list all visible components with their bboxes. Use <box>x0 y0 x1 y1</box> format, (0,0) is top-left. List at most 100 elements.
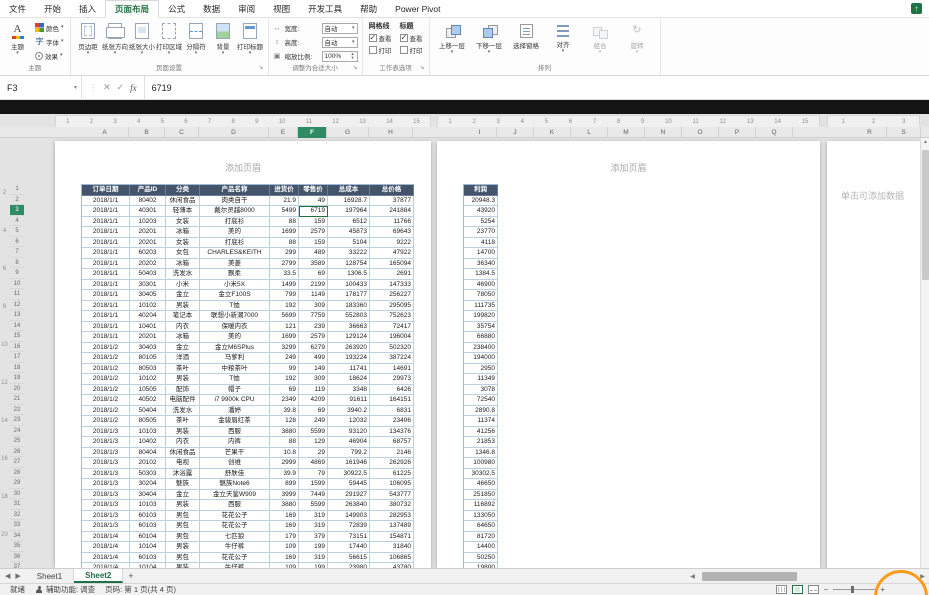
cell[interactable]: 6831 <box>370 405 414 416</box>
row-header-15[interactable]: 15 <box>10 331 24 342</box>
cell[interactable]: 2018/1/1 <box>82 311 130 322</box>
cell[interactable]: 111735 <box>464 300 498 311</box>
cell[interactable]: 2018/1/3 <box>82 479 130 490</box>
page-layout-view-icon[interactable] <box>791 585 803 594</box>
cell[interactable]: 50303 <box>130 468 166 479</box>
cell[interactable]: 80105 <box>130 353 166 364</box>
cell[interactable]: 134376 <box>370 426 414 437</box>
cell[interactable]: 2018/1/2 <box>82 363 130 374</box>
cell[interactable]: 129 <box>299 437 328 448</box>
cell[interactable]: 创维 <box>200 458 270 469</box>
cell[interactable]: 2018/1/1 <box>82 237 130 248</box>
cell[interactable]: 2018/1/3 <box>82 500 130 511</box>
cell[interactable]: 9222 <box>370 237 414 248</box>
cell[interactable]: 2890.8 <box>464 405 498 416</box>
cell[interactable]: 249 <box>299 416 328 427</box>
cell[interactable]: 金立M6SPlus <box>200 342 270 353</box>
cell[interactable]: 129124 <box>328 332 370 343</box>
cell[interactable]: 29973 <box>370 374 414 385</box>
cell[interactable]: 2018/1/1 <box>82 321 130 332</box>
cell[interactable]: 2018/1/2 <box>82 374 130 385</box>
cell[interactable]: 3299 <box>270 342 299 353</box>
cell[interactable]: 752623 <box>370 311 414 322</box>
cell[interactable]: 肉类自干 <box>200 195 270 206</box>
cell[interactable]: 30404 <box>130 489 166 500</box>
cell[interactable]: 60103 <box>130 510 166 521</box>
column-header-B[interactable]: B <box>129 127 165 138</box>
cell[interactable]: 39.9 <box>270 468 299 479</box>
resize-handle-icon[interactable]: ⋮ <box>89 83 97 92</box>
cell[interactable]: 2018/1/1 <box>82 300 130 311</box>
cell[interactable]: 女装 <box>166 237 200 248</box>
cell[interactable]: 沐浴露 <box>166 468 200 479</box>
sheet-nav-left-icon[interactable]: ◀ <box>5 572 10 580</box>
cell[interactable]: 199820 <box>464 311 498 322</box>
cell[interactable]: 10.8 <box>270 447 299 458</box>
cell[interactable]: 121 <box>270 321 299 332</box>
cell[interactable]: 552803 <box>328 311 370 322</box>
cell[interactable]: 2018/1/2 <box>82 405 130 416</box>
cell[interactable]: 799.2 <box>328 447 370 458</box>
cell[interactable]: 魅族 <box>166 479 200 490</box>
cell[interactable]: 马爹利 <box>200 353 270 364</box>
cell[interactable]: 金立 <box>166 290 200 301</box>
cell[interactable]: 2579 <box>299 227 328 238</box>
ribbon-button-颜色[interactable]: 颜色 ▾ <box>33 21 66 34</box>
cell[interactable]: 1346.8 <box>464 447 498 458</box>
ribbon-button-旋转[interactable]: ↻ 旋转 ▾ <box>619 20 656 55</box>
cell[interactable]: 20201 <box>130 227 166 238</box>
cell[interactable]: 149 <box>299 363 328 374</box>
row-header-34[interactable]: 34 <box>10 531 24 541</box>
ribbon-button-分隔符[interactable]: 分隔符 ▾ <box>183 20 210 56</box>
cell[interactable]: 241884 <box>370 206 414 217</box>
cell[interactable]: 10102 <box>130 300 166 311</box>
cell[interactable]: 30204 <box>130 479 166 490</box>
cell[interactable]: 30922.5 <box>328 468 370 479</box>
cell[interactable]: 美菱 <box>200 258 270 269</box>
cell[interactable]: 2018/1/2 <box>82 384 130 395</box>
cell[interactable]: 2018/1/4 <box>82 542 130 553</box>
cell[interactable]: 72839 <box>328 521 370 532</box>
ribbon-button-对齐[interactable]: 对齐 ▾ <box>545 20 582 54</box>
cell[interactable]: 中粮茶叶 <box>200 363 270 374</box>
cell[interactable]: 199 <box>299 542 328 553</box>
cell[interactable]: 2018/1/2 <box>82 342 130 353</box>
cell[interactable]: 5254 <box>464 216 498 227</box>
cell[interactable]: 1306.5 <box>328 269 370 280</box>
cell[interactable]: 花花公子 <box>200 552 270 563</box>
cell[interactable]: 72540 <box>464 395 498 406</box>
cell[interactable]: 72417 <box>370 321 414 332</box>
cell[interactable]: 30301 <box>130 279 166 290</box>
cell[interactable]: 46650 <box>464 479 498 490</box>
cell[interactable]: 笔记本 <box>166 311 200 322</box>
cell[interactable]: 2799 <box>270 258 299 269</box>
name-box[interactable]: F3 ▾ <box>0 76 82 99</box>
sheet-tab-Sheet2[interactable]: Sheet2 <box>74 569 124 583</box>
row-header-19[interactable]: 19 <box>10 373 24 384</box>
cell[interactable]: 33222 <box>328 248 370 259</box>
cell[interactable]: 30403 <box>130 342 166 353</box>
column-header-A[interactable]: A <box>81 127 129 138</box>
cell[interactable]: 11766 <box>370 216 414 227</box>
cell[interactable]: 502320 <box>370 342 414 353</box>
cell[interactable]: 45873 <box>328 227 370 238</box>
cell[interactable]: 2018/1/3 <box>82 521 130 532</box>
cell[interactable]: 35754 <box>464 321 498 332</box>
row-header-25[interactable]: 25 <box>10 436 24 447</box>
cell[interactable]: 芒果干 <box>200 447 270 458</box>
tab-插入[interactable]: 插入 <box>70 0 105 17</box>
cell[interactable]: 36663 <box>328 321 370 332</box>
cell[interactable]: 499 <box>299 353 328 364</box>
cell[interactable]: 2018/1/2 <box>82 395 130 406</box>
row-header-17[interactable]: 17 <box>10 352 24 363</box>
row-header-7[interactable]: 7 <box>10 247 24 258</box>
ribbon-button-字体[interactable]: 字字体 ▾ <box>33 35 66 48</box>
cell[interactable]: 93120 <box>328 426 370 437</box>
cell[interactable]: 七匹狼 <box>200 531 270 542</box>
tab-开发工具[interactable]: 开发工具 <box>299 0 351 17</box>
column-header-Q[interactable]: Q <box>756 127 793 138</box>
cell[interactable]: 80402 <box>130 195 166 206</box>
cell[interactable]: 1499 <box>270 279 299 290</box>
scroll-left-icon[interactable]: ◀ <box>688 573 697 580</box>
cell[interactable]: 133050 <box>464 510 498 521</box>
